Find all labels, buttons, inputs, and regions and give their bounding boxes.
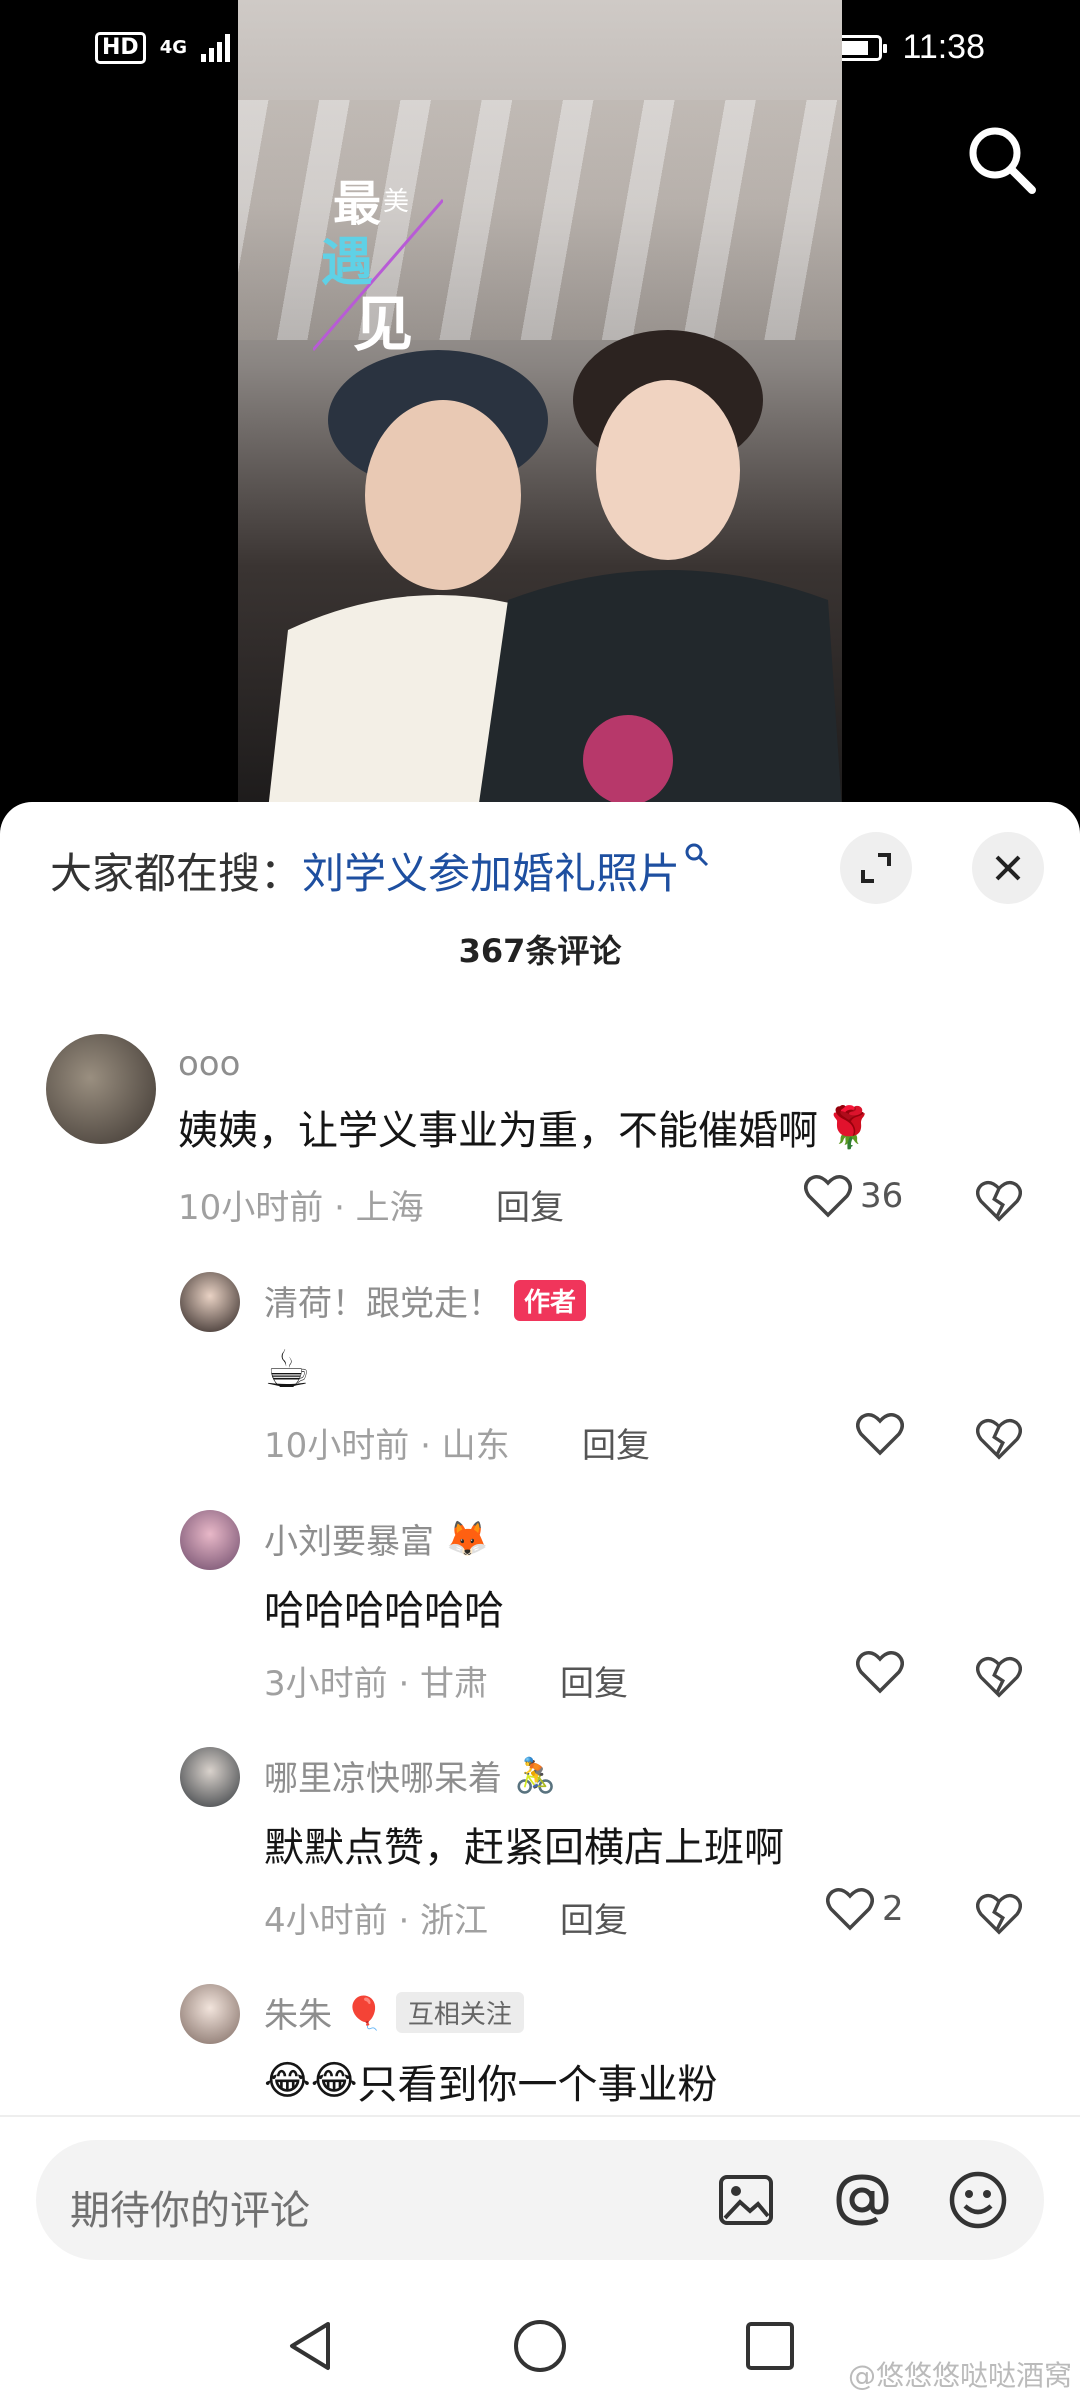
crying-laugh-icon: 😂😂 xyxy=(264,2058,358,2104)
coffee-icon: ☕ xyxy=(264,1340,311,1400)
small-search-icon xyxy=(685,843,709,867)
avatar[interactable] xyxy=(180,1510,240,1570)
comment-text: 😂😂 只看到你一个事业粉 xyxy=(264,2058,718,2108)
back-icon[interactable] xyxy=(280,2316,340,2376)
dislike-icon[interactable] xyxy=(976,1178,1022,1224)
image-icon xyxy=(719,2175,773,2225)
trending-search[interactable]: 大家都在搜：刘学义参加婚礼照片 xyxy=(50,840,710,901)
search-icon[interactable] xyxy=(962,120,1042,200)
trending-search-prefix: 大家都在搜： xyxy=(50,849,303,898)
author-tag: 作者 xyxy=(514,1280,587,1321)
reply-button[interactable]: 回复 xyxy=(582,1418,650,1467)
svg-text:最: 最 xyxy=(333,176,381,232)
heart-icon xyxy=(804,1175,852,1218)
avatar[interactable] xyxy=(46,1034,156,1144)
heart-icon xyxy=(826,1888,874,1931)
mutual-follow-tag: 互相关注 xyxy=(395,1992,524,2033)
comment-meta: 4小时前 · 浙江 xyxy=(264,1901,489,1941)
reply-button[interactable]: 回复 xyxy=(496,1180,564,1229)
reply-button[interactable]: 回复 xyxy=(560,1656,628,1705)
heart-icon xyxy=(856,1413,904,1456)
like-button[interactable] xyxy=(856,1650,904,1694)
avatar[interactable] xyxy=(180,1272,240,1332)
mention-button[interactable] xyxy=(830,2168,894,2232)
comment-count: 367条评论 xyxy=(458,932,622,970)
hd-indicator: HD xyxy=(95,32,146,64)
comment-author[interactable]: 朱朱 🎈 互相关注 xyxy=(264,1988,524,2037)
expand-icon xyxy=(861,853,891,883)
fox-icon: 🦊 xyxy=(446,1518,489,1559)
comment-text: 哈哈哈哈哈哈 xyxy=(264,1588,504,1634)
smiley-icon xyxy=(949,2171,1007,2229)
at-sign-icon xyxy=(836,2174,889,2226)
svg-text:美: 美 xyxy=(383,187,409,217)
video-player[interactable]: 最 美 遇 见 xyxy=(238,0,842,810)
reply-button[interactable]: 回复 xyxy=(560,1893,628,1942)
avatar[interactable] xyxy=(180,1747,240,1807)
reply-item: 朱朱 🎈 互相关注 😂😂 只看到你一个事业粉 xyxy=(0,1984,1080,2114)
heart-icon xyxy=(856,1651,904,1694)
balloon-icon: 🎈 xyxy=(344,1993,384,2032)
cyclist-icon: 🚴 xyxy=(514,1755,557,1796)
like-count: 2 xyxy=(882,1889,904,1929)
expand-button[interactable] xyxy=(840,832,912,904)
comment-author[interactable]: 小刘要暴富 🦊 xyxy=(264,1514,488,1563)
signal-icon xyxy=(201,34,230,62)
like-button[interactable]: 2 xyxy=(826,1887,904,1931)
comment-input-placeholder: 期待你的评论 xyxy=(70,2188,310,2234)
reply-item: 清荷！跟党走！ 作者 ☕ 10小时前 · 山东 回复 xyxy=(0,1272,1080,1492)
close-icon xyxy=(995,855,1021,881)
person-black-shirt-image xyxy=(478,330,842,810)
system-nav-bar: @悠悠悠哒哒酒窝 xyxy=(0,2280,1080,2400)
avatar[interactable] xyxy=(180,1984,240,2044)
comment-text: 姨姨，让学义事业为重，不能催婚啊 🌹 xyxy=(178,1104,874,1155)
like-button[interactable] xyxy=(856,1412,904,1456)
comment-meta: 3小时前 · 甘肃 xyxy=(264,1664,489,1704)
comment-meta: 10小时前 · 上海 xyxy=(178,1188,424,1228)
like-button[interactable]: 36 xyxy=(804,1174,903,1218)
svg-text:遇: 遇 xyxy=(321,233,373,293)
comment-text: 默默点赞，赶紧回横店上班啊 xyxy=(264,1825,784,1871)
reply-item: 哪里凉快哪呆着 🚴 默默点赞，赶紧回横店上班啊 4小时前 · 浙江 回复 2 xyxy=(0,1747,1080,1967)
recents-icon[interactable] xyxy=(740,2316,800,2376)
rose-icon: 🌹 xyxy=(824,1104,874,1151)
close-button[interactable] xyxy=(972,832,1044,904)
reply-item: 小刘要暴富 🦊 哈哈哈哈哈哈 3小时前 · 甘肃 回复 xyxy=(0,1510,1080,1730)
comment-meta: 10小时前 · 山东 xyxy=(264,1426,510,1466)
watermark: @悠悠悠哒哒酒窝 xyxy=(847,2359,1072,2392)
dislike-icon[interactable] xyxy=(976,1891,1022,1937)
image-button[interactable] xyxy=(714,2168,778,2232)
emoji-button[interactable] xyxy=(946,2168,1010,2232)
comment-panel: 大家都在搜：刘学义参加婚礼照片 367条评论 ooo 姨姨，让学义事业为重，不能… xyxy=(0,802,1080,2400)
dislike-icon[interactable] xyxy=(976,1416,1022,1462)
comment-input[interactable]: 期待你的评论 xyxy=(36,2140,1044,2260)
dislike-icon[interactable] xyxy=(976,1654,1022,1700)
comment-item: ooo 姨姨，让学义事业为重，不能催婚啊 🌹 10小时前 · 上海 回复 36 xyxy=(0,1034,1080,1264)
comment-author[interactable]: ooo xyxy=(178,1044,240,1084)
comment-author[interactable]: 清荷！跟党走！ 作者 xyxy=(264,1276,587,1325)
comment-author[interactable]: 哪里凉快哪呆着 🚴 xyxy=(264,1751,556,1800)
divider xyxy=(0,2115,1080,2117)
like-count: 36 xyxy=(860,1176,904,1216)
network-type: 4G xyxy=(159,37,187,58)
comment-text: ☕ xyxy=(264,1340,311,1400)
home-icon[interactable] xyxy=(510,2316,570,2376)
clock: 11:38 xyxy=(902,28,985,66)
trending-search-keyword[interactable]: 刘学义参加婚礼照片 xyxy=(302,849,680,898)
